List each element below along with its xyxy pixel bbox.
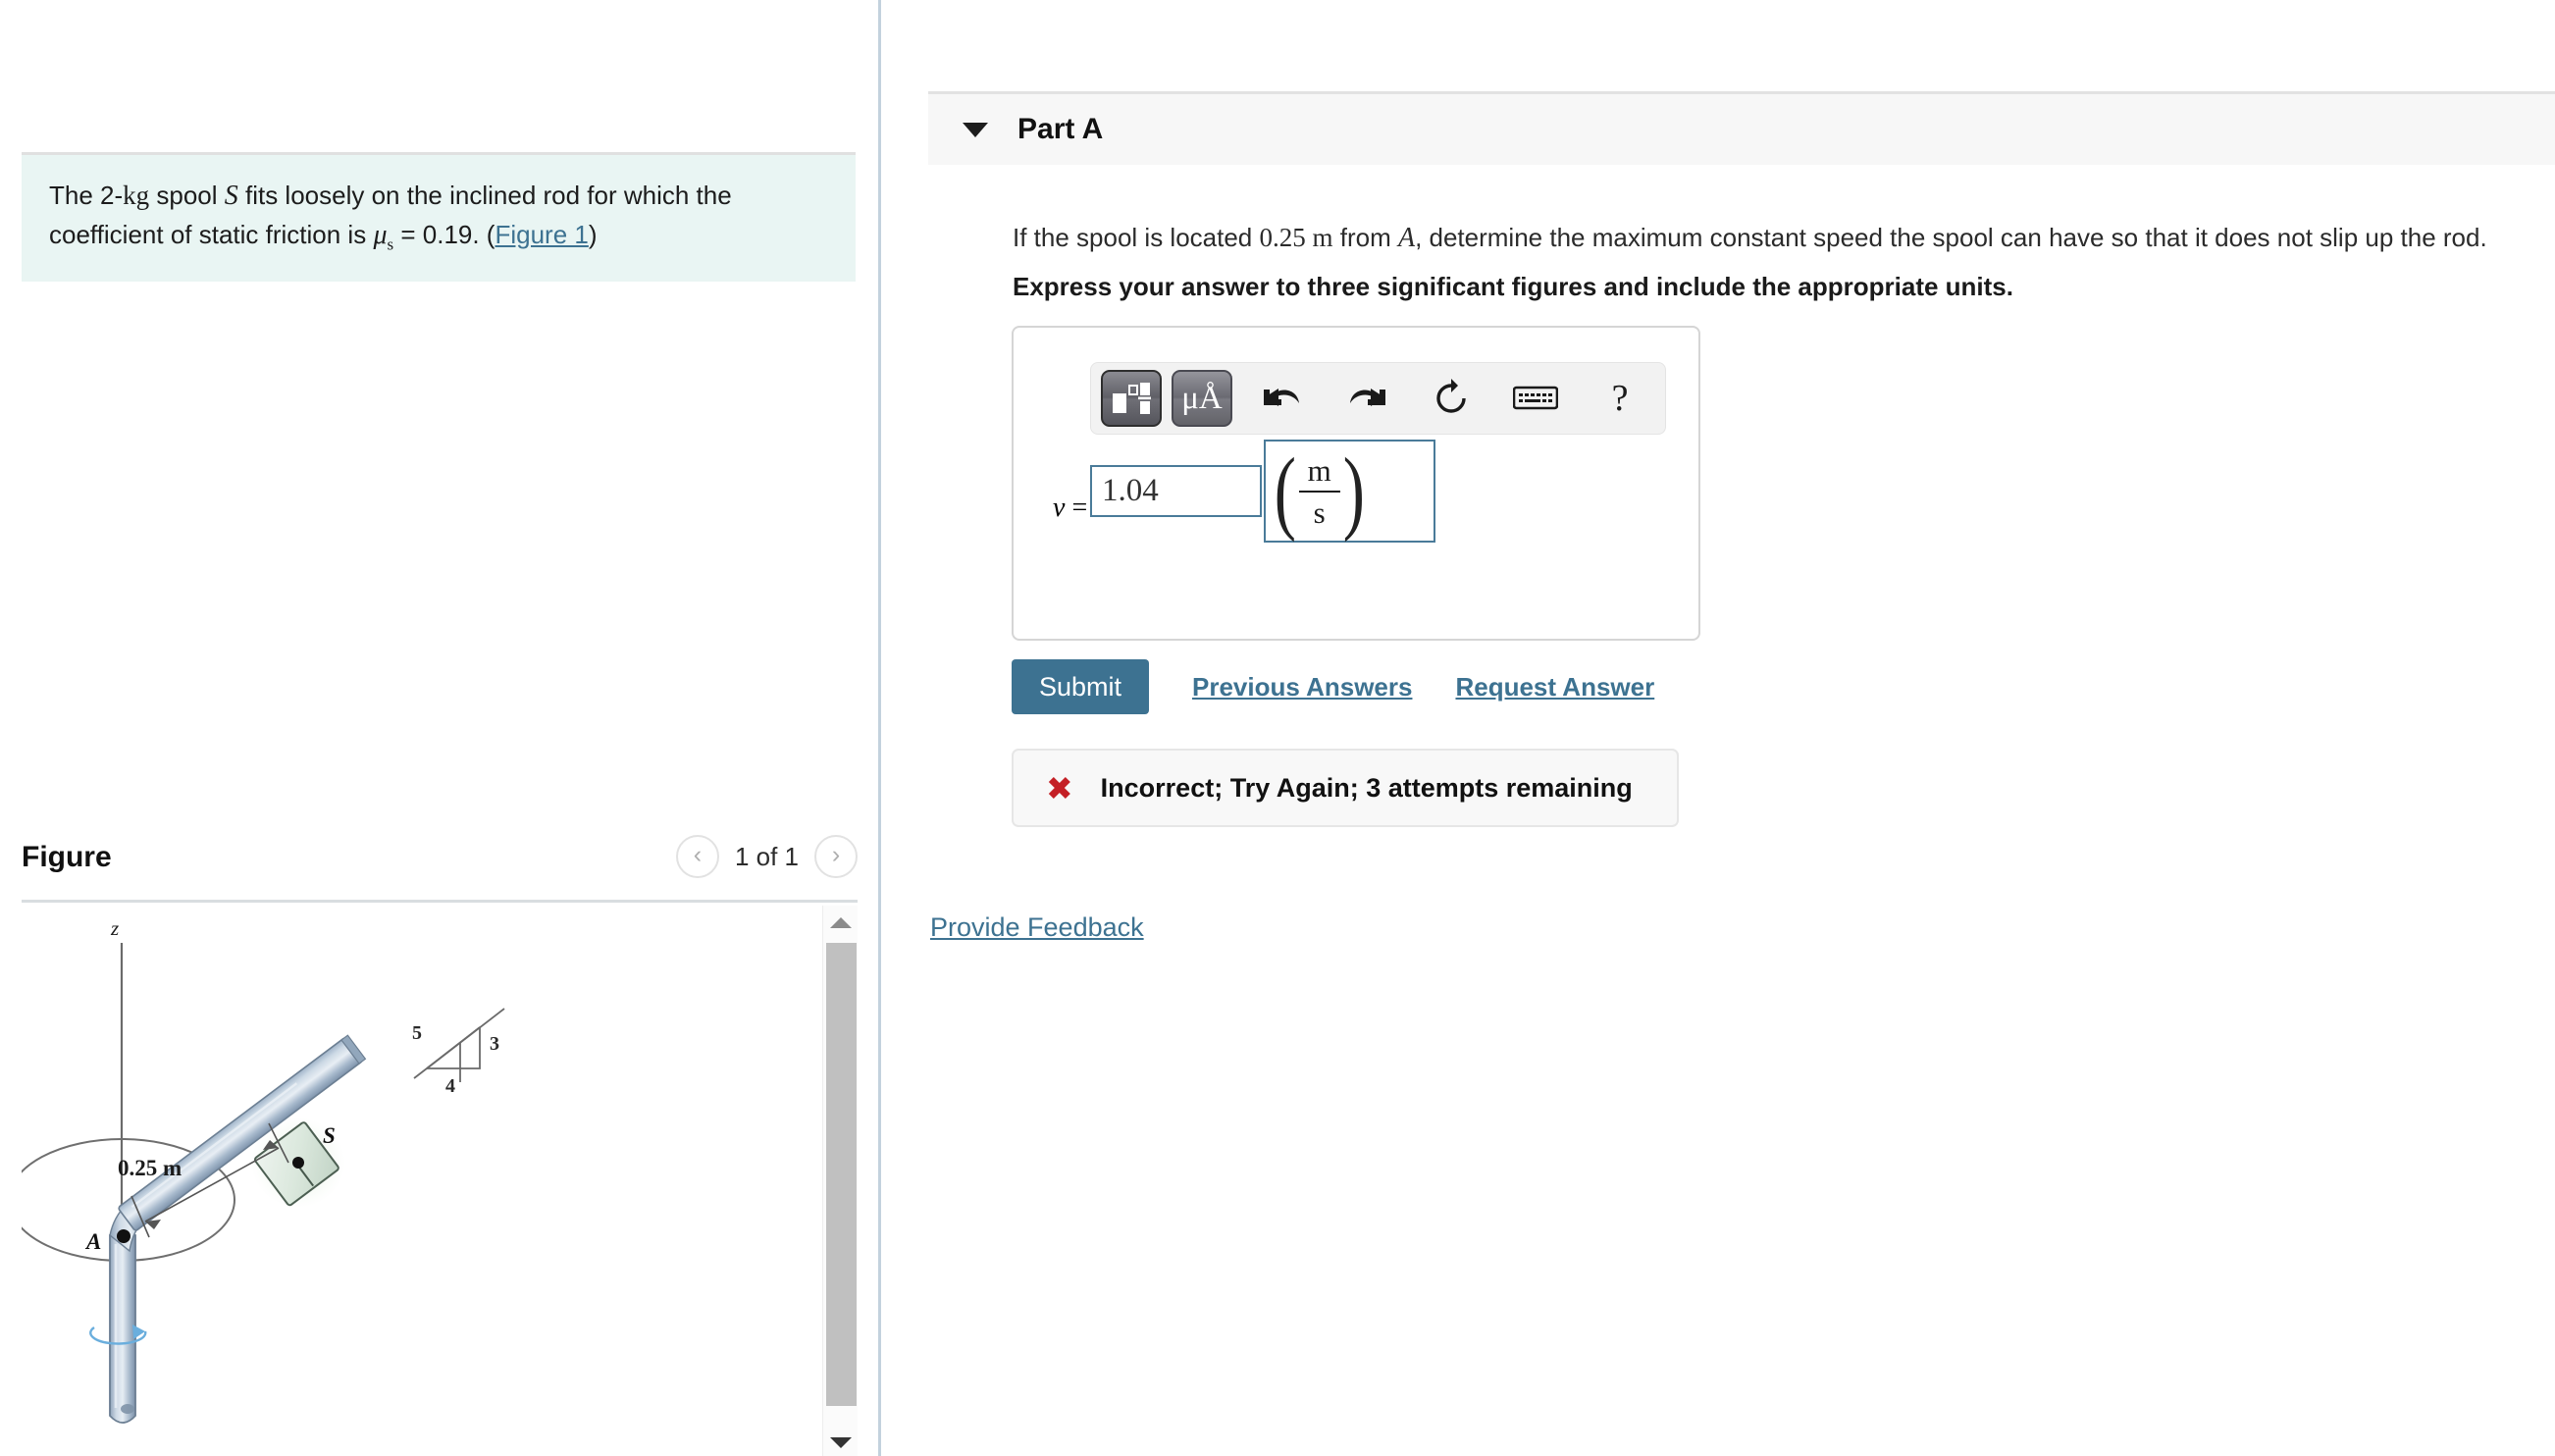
submit-button[interactable]: Submit bbox=[1012, 659, 1149, 714]
problem-text-1: The 2- bbox=[49, 181, 124, 210]
keyboard-icon[interactable] bbox=[1501, 370, 1570, 427]
problem-var-S: S bbox=[224, 181, 238, 211]
triangle-label-4: 4 bbox=[445, 1075, 455, 1097]
status-message: Incorrect; Try Again; 3 attempts remaini… bbox=[1100, 772, 1633, 803]
paren-close: ) bbox=[1342, 439, 1365, 544]
problem-text-close: ) bbox=[588, 219, 598, 249]
x-mark-icon: ✖ bbox=[1046, 768, 1073, 807]
right-panel: Part A bbox=[881, 0, 2555, 1456]
scrollbar-thumb[interactable] bbox=[826, 943, 857, 1406]
chevron-left-icon[interactable]: ‹ bbox=[675, 835, 719, 878]
units-mu-angstrom-button[interactable]: μÅ bbox=[1172, 370, 1232, 427]
label-A: A bbox=[84, 1229, 101, 1254]
question-mid: from bbox=[1332, 223, 1398, 252]
label-S: S bbox=[323, 1123, 336, 1148]
redo-icon[interactable] bbox=[1332, 370, 1401, 427]
problem-statement-text: The 2-kg spool S fits loosely on the inc… bbox=[49, 177, 828, 256]
triangle-down-icon[interactable] bbox=[963, 122, 988, 137]
figure-counter: 1 of 1 bbox=[734, 841, 799, 871]
question-var-A: A bbox=[1397, 223, 1416, 253]
question-instruction: Express your answer to three significant… bbox=[1013, 272, 2013, 301]
chevron-right-icon[interactable]: › bbox=[814, 835, 858, 878]
status-banner: ✖ Incorrect; Try Again; 3 attempts remai… bbox=[1012, 749, 1679, 827]
math-template-button[interactable] bbox=[1101, 370, 1162, 427]
problem-mu-value: = 0.19. ( bbox=[393, 219, 495, 249]
mu-angstrom-label: μÅ bbox=[1181, 380, 1223, 416]
units-denominator: s bbox=[1313, 494, 1326, 530]
request-answer-link[interactable]: Request Answer bbox=[1455, 672, 1654, 702]
figure-body: z 5 3 4 S A 0.25 m bbox=[22, 900, 858, 1456]
spool-rod-diagram: z 5 3 4 S A 0.25 m bbox=[22, 916, 505, 1424]
answer-units-box[interactable]: ( m s ) bbox=[1264, 440, 1435, 543]
figure-1-link[interactable]: Figure 1 bbox=[495, 220, 588, 249]
figure-pagination: ‹ 1 of 1 › bbox=[675, 835, 858, 878]
math-template-icon bbox=[1113, 383, 1151, 414]
figure-title: Figure bbox=[22, 841, 112, 873]
problem-unit-kg: kg bbox=[123, 181, 150, 210]
question-value: 0.25 bbox=[1259, 223, 1306, 252]
problem-statement: The 2-kg spool S fits loosely on the inc… bbox=[22, 152, 856, 283]
part-title: Part A bbox=[1017, 113, 1104, 145]
problem-mu-symbol: μs bbox=[373, 219, 394, 254]
triangle-label-5: 5 bbox=[412, 1022, 422, 1044]
problem-page: The 2-kg spool S fits loosely on the inc… bbox=[0, 0, 2555, 1456]
figure-diagram[interactable]: z 5 3 4 S A 0.25 m bbox=[22, 906, 822, 1456]
previous-answers-link[interactable]: Previous Answers bbox=[1192, 672, 1412, 702]
answer-variable-label: v = bbox=[1053, 493, 1088, 523]
question-prefix: If the spool is located bbox=[1013, 223, 1260, 252]
part-a-header[interactable]: Part A bbox=[928, 91, 2555, 165]
submit-row: Submit Previous Answers Request Answer bbox=[1012, 659, 1654, 714]
question-suffix: , determine the maximum constant speed t… bbox=[1415, 223, 2487, 252]
figure-scrollbar[interactable] bbox=[822, 906, 858, 1456]
answer-row: v = ( m s ) bbox=[1014, 440, 1702, 591]
scrollbar-up-arrow[interactable] bbox=[823, 906, 859, 939]
math-toolbar: μÅ ? bbox=[1090, 362, 1666, 435]
problem-text-2: spool bbox=[149, 181, 225, 210]
units-expression: ( m s ) bbox=[1270, 442, 1369, 541]
left-panel: The 2-kg spool S fits loosely on the inc… bbox=[0, 0, 878, 1456]
question-unit-m: m bbox=[1312, 223, 1333, 252]
units-fraction: m s bbox=[1298, 452, 1340, 530]
figure-header: Figure ‹ 1 of 1 › bbox=[22, 829, 858, 900]
reset-icon[interactable] bbox=[1417, 370, 1486, 427]
fraction-bar bbox=[1298, 490, 1340, 493]
units-numerator: m bbox=[1307, 452, 1331, 488]
help-icon[interactable]: ? bbox=[1586, 370, 1654, 427]
undo-icon[interactable] bbox=[1248, 370, 1317, 427]
triangle-label-3: 3 bbox=[490, 1033, 499, 1055]
provide-feedback-link[interactable]: Provide Feedback bbox=[930, 912, 1144, 943]
question-text: If the spool is located 0.25 m from A, d… bbox=[1013, 221, 2524, 256]
answer-input[interactable] bbox=[1090, 465, 1262, 517]
distance-label: 0.25 m bbox=[118, 1156, 182, 1180]
scrollbar-down-arrow[interactable] bbox=[823, 1426, 859, 1456]
answer-widget: μÅ ? v = 1.04 (m s) bbox=[1012, 326, 1700, 641]
svg-text:z: z bbox=[110, 916, 119, 940]
paren-open: ( bbox=[1274, 439, 1296, 544]
